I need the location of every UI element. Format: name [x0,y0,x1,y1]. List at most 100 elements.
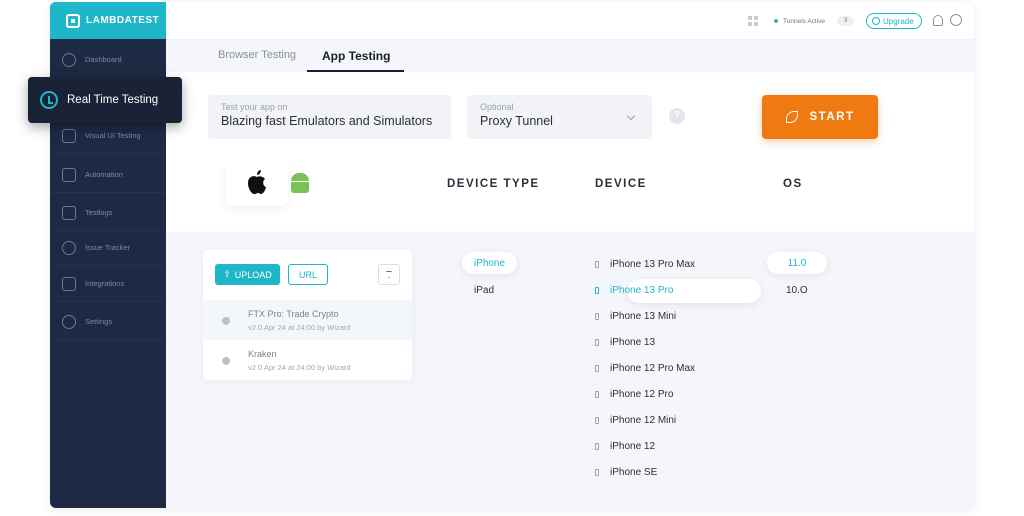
upgrade-label: Upgrade [883,16,914,26]
android-icon [291,173,309,181]
phone-icon [595,442,599,450]
phone-icon [595,260,599,268]
app-target-field[interactable]: Test your app on Blazing fast Emulators … [208,95,451,139]
sidebar-item-issue-tracker[interactable]: Issue Tracker [50,230,166,266]
apps-grid-icon[interactable] [748,16,758,26]
device-row[interactable]: iPhone 13 Mini [595,308,676,324]
app-target-value: Blazing fast Emulators and Simulators [221,114,433,128]
visual-ui-icon [62,128,76,143]
tab-browser-testing[interactable]: Browser Testing [218,49,296,61]
column-header-device: DEVICE [595,178,647,190]
android-os-tab[interactable] [287,169,313,195]
start-label: START [809,111,855,123]
settings-icon [62,314,76,329]
sidebar-item-real-time-testing[interactable]: Real Time Testing [28,77,182,123]
phone-icon [595,468,599,476]
device-name: iPhone 13 Pro Max [610,258,696,270]
app-name: Kraken [248,348,277,359]
start-button[interactable]: START [762,95,878,139]
device-row[interactable]: iPhone 12 Mini [595,412,676,428]
url-button[interactable]: URL [288,264,328,285]
device-row[interactable]: iPhone 12 [595,438,655,454]
device-row[interactable]: iPhone 13 Pro [595,282,673,298]
automation-icon [62,167,76,182]
device-row[interactable]: iPhone 12 Pro [595,386,673,402]
apple-app-icon: ● [220,309,232,330]
os-version-11[interactable]: 11.0 [767,252,827,274]
apple-os-tab[interactable] [226,160,288,206]
integrations-icon [62,276,76,291]
device-row[interactable]: iPhone 13 [595,334,655,350]
config-panel: Test your app on Blazing fast Emulators … [166,72,974,232]
upgrade-icon [872,17,880,25]
sidebar-item-label: Settings [85,317,113,326]
device-row[interactable]: iPhone 13 Pro Max [595,256,695,272]
list-item[interactable]: ● Kraken v2.0 Apr 24 at 24:00 by Wizard [203,340,412,380]
device-name: iPhone 13 Pro [610,284,674,296]
device-name: iPhone 12 Pro Max [610,362,696,374]
phone-icon [595,312,599,320]
device-name: iPhone 13 Mini [610,310,677,322]
sidebar-item-visual-ui-testing[interactable]: Visual UI Testing [50,118,166,154]
filter-button[interactable] [378,264,400,285]
tab-app-testing[interactable]: App Testing [322,49,390,63]
sidebar-item-dashboard[interactable]: Dashboard [50,42,166,78]
phone-icon [595,286,599,294]
sidebar-item-testlogs[interactable]: Testlogs [50,195,166,231]
dashboard-icon [62,52,76,67]
device-name: iPhone 13 [610,336,656,348]
device-row[interactable]: iPhone SE [595,464,657,480]
apple-app-icon: ● [220,349,232,370]
phone-icon [595,338,599,346]
testlogs-icon [62,205,76,220]
help-icon[interactable]: ? [669,108,685,124]
sidebar-item-integrations[interactable]: Integrations [50,266,166,302]
sidebar-item-label: Integrations [85,279,125,288]
phone-icon [595,416,599,424]
app-target-placeholder: Test your app on [221,102,288,112]
proxy-tunnel-select[interactable]: Optional Proxy Tunnel [467,95,652,139]
android-body [291,182,309,193]
device-name: iPhone SE [610,466,658,478]
upload-label: UPLOAD [234,269,272,280]
sidebar-item-automation[interactable]: Automation [50,157,166,193]
lambdatest-logo-icon [66,13,80,28]
proxy-value: Proxy Tunnel [480,114,553,128]
device-row[interactable]: iPhone 12 Pro Max [595,360,695,376]
upload-button[interactable]: ⇧ UPLOAD [215,264,280,285]
sidebar-item-label: Dashboard [85,55,122,64]
sidebar-item-label: Visual UI Testing [85,131,141,140]
apple-icon [248,170,266,195]
top-bar: Tunnels Active 3 Upgrade [166,2,974,40]
user-icon[interactable] [950,14,962,26]
brand-logo[interactable]: LAMBDATEST [50,2,166,39]
device-type-ipad[interactable]: iPad [474,285,494,296]
app-meta: v2.0 Apr 24 at 24:00 by Wizard [248,322,351,332]
bell-icon[interactable] [933,15,943,26]
proxy-placeholder: Optional [480,102,514,112]
phone-icon [595,364,599,372]
os-version-10[interactable]: 10.O [786,285,808,296]
tunnel-status[interactable]: Tunnels Active 3 [774,16,855,26]
clock-icon [40,91,58,109]
list-item[interactable]: ● FTX Pro: Trade Crypto v2.0 Apr 24 at 2… [203,300,412,340]
sidebar-item-label: Issue Tracker [85,243,131,252]
app-meta: v2.0 Apr 24 at 24:00 by Wizard [248,362,351,372]
device-name: iPhone 12 Mini [610,414,677,426]
sidebar-item-settings[interactable]: Settings [50,304,166,340]
column-header-os: OS [783,178,803,190]
device-type-iphone[interactable]: iPhone [462,252,517,274]
sidebar-item-label: Real Time Testing [67,94,159,106]
phone-icon [595,390,599,398]
brand-name: LAMBDATEST [86,15,160,26]
tunnel-label: Tunnels Active [783,17,826,25]
upgrade-button[interactable]: Upgrade [866,13,922,29]
upload-icon: ⇧ [223,269,231,279]
app-list-card: ⇧ UPLOAD URL ● FTX Pro: Trade Crypto v2.… [203,250,412,380]
tunnel-count-badge: 3 [837,16,855,26]
status-dot-icon [774,19,778,23]
device-name: iPhone 12 Pro [610,388,674,400]
sidebar-item-label: Automation [85,170,123,179]
sidebar-item-label: Testlogs [85,208,113,217]
filter-icon [386,271,392,278]
